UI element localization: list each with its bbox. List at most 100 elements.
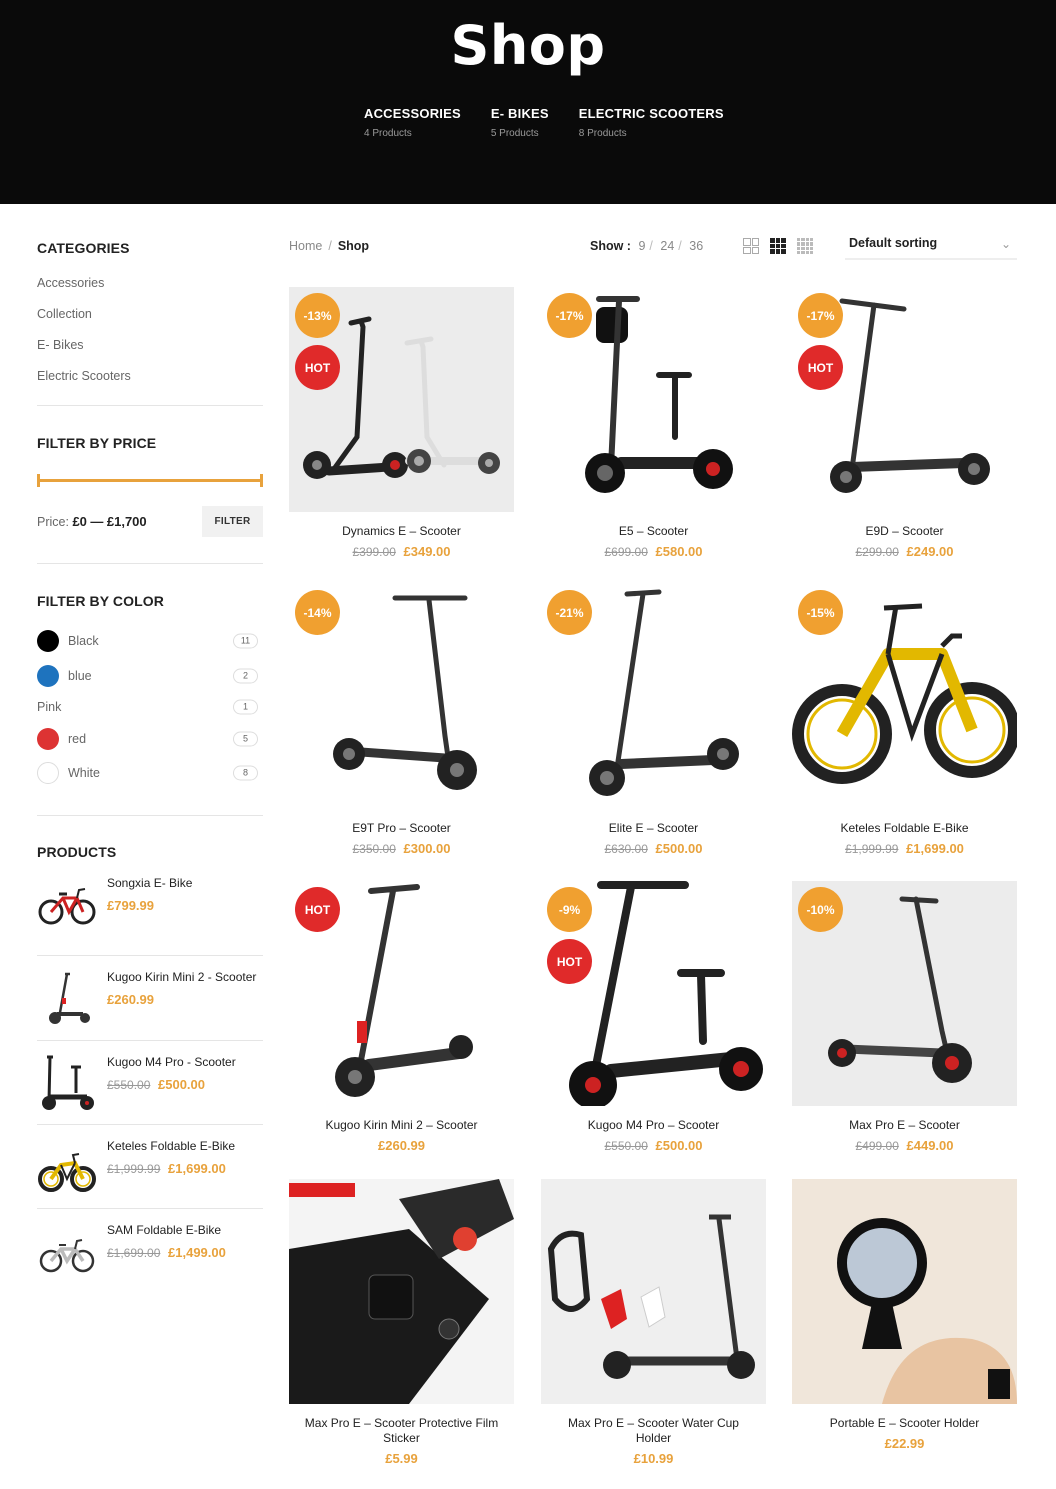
breadcrumb-home[interactable]: Home: [289, 239, 322, 253]
sale-badge: -10%: [798, 887, 843, 932]
header-category-ebikes[interactable]: E- BIKES 5 Products: [491, 106, 549, 139]
category-accessories[interactable]: Accessories: [37, 275, 263, 306]
product-price: £580.00: [655, 544, 703, 559]
color-name: Black: [68, 634, 99, 648]
page-header: Shop ACCESSORIES 4 Products E- BIKES 5 P…: [0, 0, 1056, 204]
color-filter-pink[interactable]: Pink 1: [37, 699, 263, 715]
sidebar-product-name[interactable]: Kugoo M4 Pro - Scooter: [107, 1051, 236, 1070]
product-title[interactable]: Kugoo Kirin Mini 2 – Scooter: [289, 1118, 514, 1133]
category-collection[interactable]: Collection: [37, 306, 263, 337]
product-card[interactable]: -15% Keteles Foldable E-Bike £1,999.99 £…: [792, 584, 1017, 856]
product-card[interactable]: -17% E5 – Scooter £699.00 £580.00: [541, 287, 766, 559]
color-filter-blue[interactable]: blue 2: [37, 665, 263, 687]
color-name: red: [68, 732, 87, 746]
scooter-red-icon: [49, 972, 90, 1024]
product-title[interactable]: Max Pro E – Scooter: [792, 1118, 1017, 1133]
product-image[interactable]: -17% HOT: [792, 287, 1017, 512]
sidebar-product-keteles[interactable]: Keteles Foldable E-Bike £1,999.99 £1,699…: [37, 1125, 263, 1209]
sidebar-product-kugoo-m4[interactable]: Kugoo M4 Pro - Scooter £550.00 £500.00: [37, 1041, 263, 1125]
product-image[interactable]: HOT: [289, 881, 514, 1106]
color-name: White: [68, 766, 100, 780]
product-title[interactable]: E9D – Scooter: [792, 524, 1017, 539]
filter-button[interactable]: FILTER: [202, 506, 263, 537]
product-image[interactable]: [289, 1179, 514, 1404]
product-card[interactable]: -14% E9T Pro – Scooter £350.00 £300.00: [289, 584, 514, 856]
badges: HOT: [295, 887, 340, 932]
sidebar-product-kugoo-kirin[interactable]: Kugoo Kirin Mini 2 - Scooter £260.99: [37, 956, 263, 1041]
product-title[interactable]: Dynamics E – Scooter: [289, 524, 514, 539]
breadcrumb-current: Shop: [337, 239, 370, 253]
product-image[interactable]: -9% HOT: [541, 881, 766, 1106]
sidebar-product-old-price: £550.00: [107, 1078, 151, 1092]
header-category-count: 4 Products: [364, 128, 412, 139]
sale-badge: -14%: [295, 590, 340, 635]
sidebar-product-old-price: £1,999.99: [107, 1162, 161, 1176]
divider: [37, 815, 263, 816]
per-page-24[interactable]: 24: [660, 239, 674, 253]
product-card[interactable]: Max Pro E – Scooter Protective Film Stic…: [289, 1179, 514, 1466]
product-title[interactable]: Max Pro E – Scooter Water Cup Holder: [541, 1416, 766, 1446]
sidebar-product-name[interactable]: SAM Foldable E-Bike: [107, 1219, 226, 1238]
price-slider-min-handle[interactable]: [37, 474, 40, 487]
product-price-row: £550.00 £500.00: [541, 1138, 766, 1153]
product-card[interactable]: -10% Max Pro E – Scooter £499.00 £449.00: [792, 881, 1017, 1153]
badges: -15%: [798, 590, 843, 635]
per-page-36[interactable]: 36: [689, 239, 703, 253]
price-slider-max-handle[interactable]: [260, 474, 263, 487]
product-image[interactable]: -17%: [541, 287, 766, 512]
sidebar-product-name[interactable]: Kugoo Kirin Mini 2 - Scooter: [107, 966, 256, 985]
sidebar-product-price-row: £1,999.99 £1,699.00: [107, 1161, 235, 1176]
sidebar-product-price: £799.99: [107, 898, 154, 913]
product-title[interactable]: Elite E – Scooter: [541, 821, 766, 836]
color-filter-white[interactable]: White 8: [37, 762, 263, 784]
sidebar-product-name[interactable]: Songxia E- Bike: [107, 872, 192, 891]
product-title[interactable]: Kugoo M4 Pro – Scooter: [541, 1118, 766, 1133]
price-slider[interactable]: [37, 474, 263, 487]
grid-3-columns-icon[interactable]: [770, 238, 786, 254]
product-title[interactable]: Portable E – Scooter Holder: [792, 1416, 1017, 1431]
hot-badge: HOT: [798, 345, 843, 390]
category-electric-scooters[interactable]: Electric Scooters: [37, 368, 263, 399]
product-card[interactable]: Portable E – Scooter Holder £22.99: [792, 1179, 1017, 1451]
sidebar-product-price: £260.99: [107, 992, 154, 1007]
product-card[interactable]: -21% Elite E – Scooter £630.00 £500.00: [541, 584, 766, 856]
badges: -17%: [547, 293, 592, 338]
sorting-select[interactable]: Default sorting ⌄: [845, 236, 1017, 260]
product-title[interactable]: Max Pro E – Scooter Protective Film Stic…: [289, 1416, 514, 1446]
color-filter-red[interactable]: red 5: [37, 728, 263, 750]
product-card[interactable]: -13% HOT Dynamics E – Scooter £399.00 £3…: [289, 287, 514, 559]
sidebar-product-sam[interactable]: SAM Foldable E-Bike £1,699.00 £1,499.00: [37, 1209, 263, 1293]
product-card[interactable]: HOT Kugoo Kirin Mini 2 – Scooter £260.99: [289, 881, 514, 1153]
color-swatch: [37, 728, 59, 750]
sale-badge: -9%: [547, 887, 592, 932]
per-page-9[interactable]: 9: [638, 239, 645, 253]
header-category-accessories[interactable]: ACCESSORIES 4 Products: [364, 106, 461, 139]
grid-2-columns-icon[interactable]: [743, 238, 759, 254]
grid-4-columns-icon[interactable]: [797, 238, 813, 254]
product-price: £500.00: [655, 1138, 703, 1153]
product-title[interactable]: Keteles Foldable E-Bike: [792, 821, 1017, 836]
product-image[interactable]: -13% HOT: [289, 287, 514, 512]
product-image[interactable]: [541, 1179, 766, 1404]
hot-badge: HOT: [295, 887, 340, 932]
product-title[interactable]: E9T Pro – Scooter: [289, 821, 514, 836]
product-image[interactable]: -10%: [792, 881, 1017, 1106]
hot-badge: HOT: [295, 345, 340, 390]
product-card[interactable]: -17% HOT E9D – Scooter £299.00 £249.00: [792, 287, 1017, 559]
product-title[interactable]: E5 – Scooter: [541, 524, 766, 539]
category-ebikes[interactable]: E- Bikes: [37, 337, 263, 368]
product-price: £500.00: [655, 841, 703, 856]
product-image[interactable]: -15%: [792, 584, 1017, 809]
cup-holder-icon: [547, 1214, 755, 1379]
sidebar-product-name[interactable]: Keteles Foldable E-Bike: [107, 1135, 235, 1154]
product-image[interactable]: -14%: [289, 584, 514, 809]
separator: /: [678, 239, 682, 253]
breadcrumb: Home / Shop: [289, 239, 369, 253]
header-category-electric-scooters[interactable]: ELECTRIC SCOOTERS 8 Products: [579, 106, 724, 139]
product-image[interactable]: [792, 1179, 1017, 1404]
sidebar-product-songxia[interactable]: Songxia E- Bike £799.99: [37, 872, 263, 956]
product-image[interactable]: -21%: [541, 584, 766, 809]
product-card[interactable]: -9% HOT Kugoo M4 Pro – Scooter £550.00 £…: [541, 881, 766, 1153]
product-card[interactable]: Max Pro E – Scooter Water Cup Holder £10…: [541, 1179, 766, 1466]
color-filter-black[interactable]: Black 11: [37, 630, 263, 652]
